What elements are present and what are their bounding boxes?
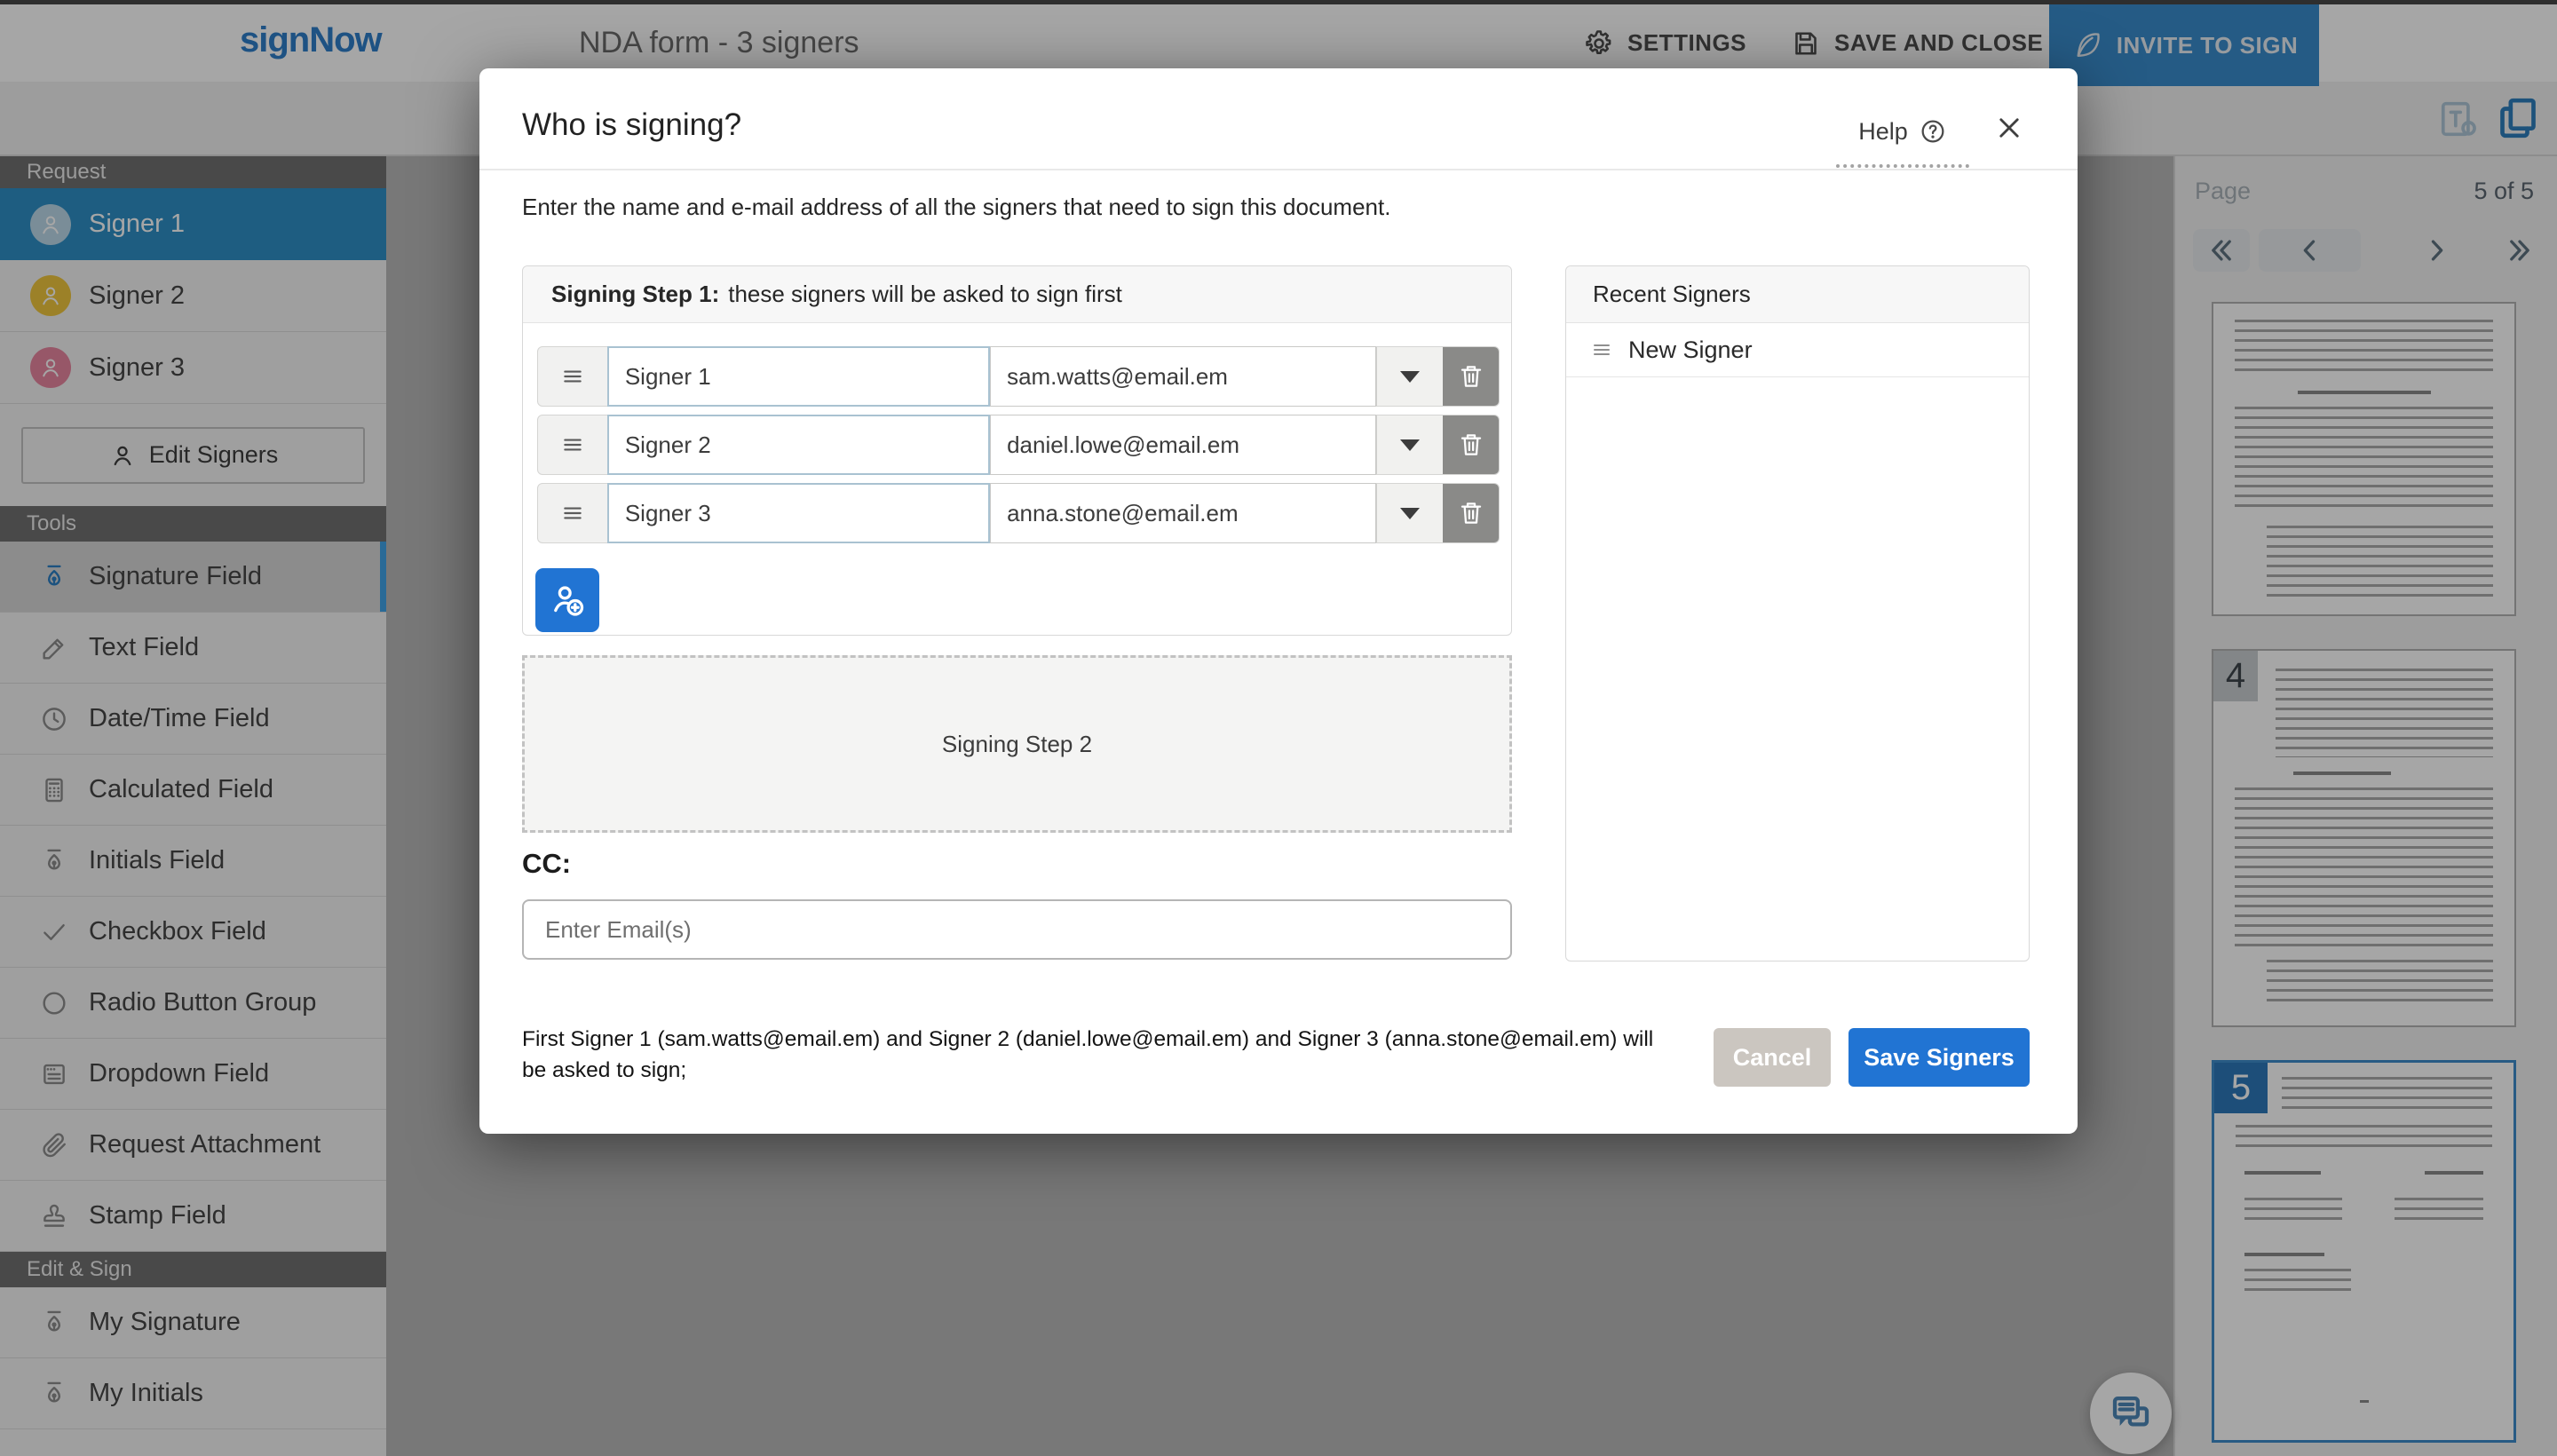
drag-handle-icon xyxy=(1589,339,1614,360)
signer2-email-input[interactable] xyxy=(990,415,1376,475)
signing-step-1-hint: these signers will be asked to sign firs… xyxy=(728,281,1122,308)
signer1-name-input[interactable] xyxy=(607,346,990,407)
cc-label: CC: xyxy=(522,848,571,880)
signer3-email-input[interactable] xyxy=(990,483,1376,543)
signer2-name-input[interactable] xyxy=(607,415,990,475)
recent-signer-item[interactable]: New Signer xyxy=(1566,323,2029,377)
cc-email-input[interactable] xyxy=(522,899,1512,960)
close-modal-button[interactable] xyxy=(1994,113,2030,148)
drag-handle-icon xyxy=(558,502,588,525)
person-plus-icon xyxy=(548,581,587,620)
modal-title: Who is signing? xyxy=(522,107,741,143)
signing-step-1-label: Signing Step 1: xyxy=(551,281,719,308)
signer-row-3 xyxy=(537,483,1500,543)
help-circle-icon xyxy=(1919,117,1947,146)
signer2-delete-button[interactable] xyxy=(1443,415,1499,474)
drag-handle[interactable] xyxy=(538,484,607,542)
signing-step-2-dropzone[interactable]: Signing Step 2 xyxy=(522,655,1512,833)
drag-handle[interactable] xyxy=(538,415,607,474)
save-signers-button[interactable]: Save Signers xyxy=(1848,1028,2030,1087)
signer3-delete-button[interactable] xyxy=(1443,484,1499,542)
drag-handle-icon xyxy=(558,365,588,388)
drag-handle-icon xyxy=(558,433,588,456)
trash-icon xyxy=(1457,499,1485,527)
help-link[interactable]: Help xyxy=(1836,111,1969,168)
signer2-email-dropdown-button[interactable] xyxy=(1376,415,1443,474)
caret-down-icon xyxy=(1400,371,1420,383)
signing-step-2-label: Signing Step 2 xyxy=(942,731,1092,758)
add-signer-button[interactable] xyxy=(535,568,599,632)
recent-signers-panel: Recent Signers New Signer xyxy=(1565,265,2030,961)
signing-step-1-box: Signing Step 1: these signers will be as… xyxy=(522,265,1512,636)
signer1-email-input[interactable] xyxy=(990,346,1376,407)
close-icon xyxy=(1994,113,2024,143)
signer-row-2 xyxy=(537,415,1500,475)
signing-step-1-header: Signing Step 1: these signers will be as… xyxy=(523,266,1511,323)
recent-signers-header: Recent Signers xyxy=(1566,266,2029,323)
signer-row-1 xyxy=(537,346,1500,407)
cancel-button[interactable]: Cancel xyxy=(1714,1028,1831,1087)
signer1-email-dropdown-button[interactable] xyxy=(1376,347,1443,406)
trash-icon xyxy=(1457,431,1485,459)
who-is-signing-modal: Who is signing? Help Enter the name and … xyxy=(479,68,2078,1134)
signing-order-note: First Signer 1 (sam.watts@email.em) and … xyxy=(522,1024,1676,1086)
signer3-email-dropdown-button[interactable] xyxy=(1376,484,1443,542)
caret-down-icon xyxy=(1400,508,1420,519)
trash-icon xyxy=(1457,362,1485,391)
modal-intro-text: Enter the name and e-mail address of all… xyxy=(522,194,1390,221)
drag-handle[interactable] xyxy=(538,347,607,406)
signer3-name-input[interactable] xyxy=(607,483,990,543)
signer1-delete-button[interactable] xyxy=(1443,347,1499,406)
modal-header-divider xyxy=(479,169,2078,170)
signnow-editor: signNow NDA form - 3 signers SETTINGS SA… xyxy=(0,0,2557,1456)
caret-down-icon xyxy=(1400,439,1420,451)
